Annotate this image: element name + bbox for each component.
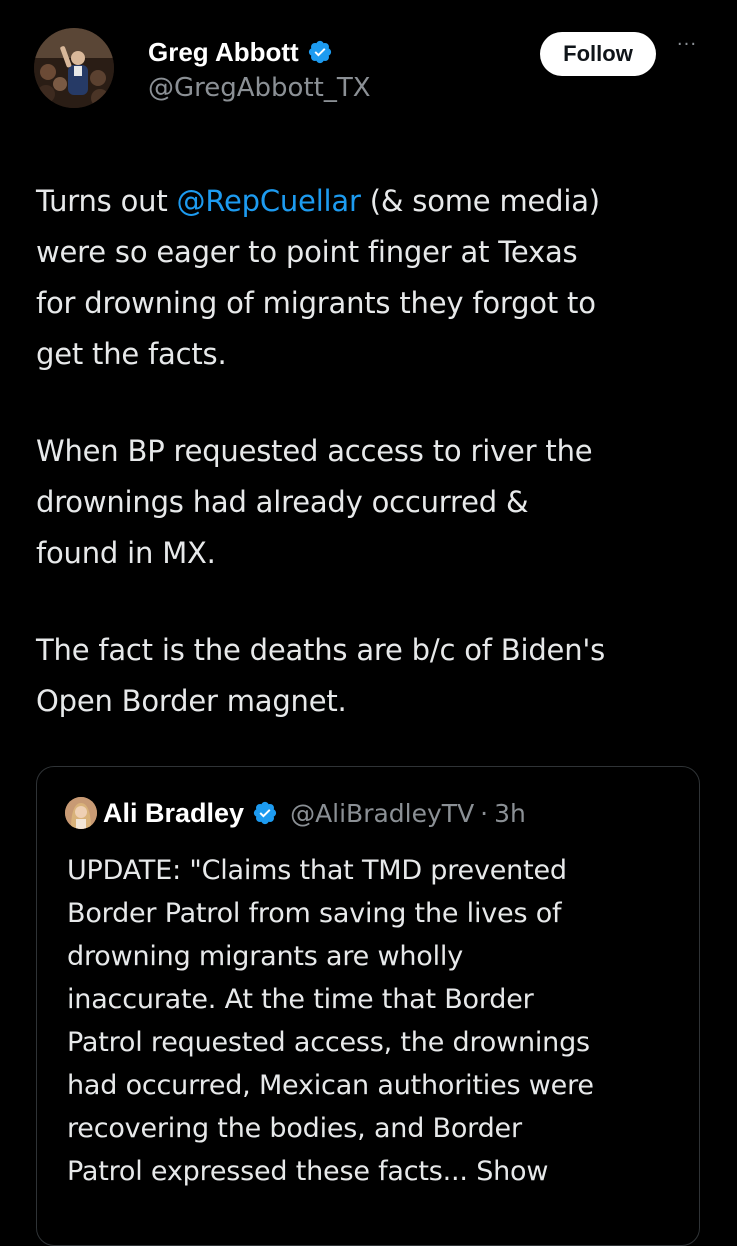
tweet-header: Greg Abbott @GregAbbott_TX Follow ···	[34, 28, 714, 108]
verified-badge-icon	[252, 800, 278, 826]
tweet-text: Turns out @RepCuellar (& some media) wer…	[36, 176, 716, 773]
author-info: Greg Abbott @GregAbbott_TX	[148, 36, 371, 106]
quoted-author-name: Ali Bradley	[103, 797, 245, 828]
tweet-paragraph-3: The fact is the deaths are b/c of Biden'…	[36, 633, 606, 718]
show-more-link[interactable]: Show	[476, 1156, 548, 1187]
quoted-separator: ·	[480, 798, 489, 828]
author-avatar[interactable]	[34, 28, 114, 108]
author-display-name[interactable]: Greg Abbott	[148, 36, 299, 68]
author-handle[interactable]: @GregAbbott_TX	[148, 70, 371, 106]
tweet-paragraph-1: Turns out @RepCuellar (& some media) wer…	[36, 176, 716, 380]
tweet-text-prefix: Turns out	[36, 184, 177, 218]
mention-link[interactable]: @RepCuellar	[177, 184, 361, 218]
quoted-author-avatar	[65, 797, 97, 829]
quoted-author-handle: @AliBradleyTV	[290, 798, 475, 828]
profile-photo	[34, 28, 114, 108]
quoted-tweet-card[interactable]: Ali Bradley @AliBradleyTV · 3h UPDATE: "…	[36, 766, 700, 1246]
quoted-tweet-text: UPDATE: "Claims that TMD prevented Borde…	[67, 849, 677, 1193]
quoted-tweet-body: UPDATE: "Claims that TMD prevented Borde…	[67, 855, 594, 1187]
quoted-tweet-header: Ali Bradley @AliBradleyTV · 3h	[65, 797, 526, 829]
tweet-paragraph-2: When BP requested access to river the dr…	[36, 434, 593, 570]
quoted-timestamp: 3h	[494, 798, 526, 828]
verified-badge-icon	[307, 39, 333, 65]
follow-button[interactable]: Follow	[540, 32, 656, 76]
more-options-icon[interactable]: ···	[670, 36, 704, 66]
